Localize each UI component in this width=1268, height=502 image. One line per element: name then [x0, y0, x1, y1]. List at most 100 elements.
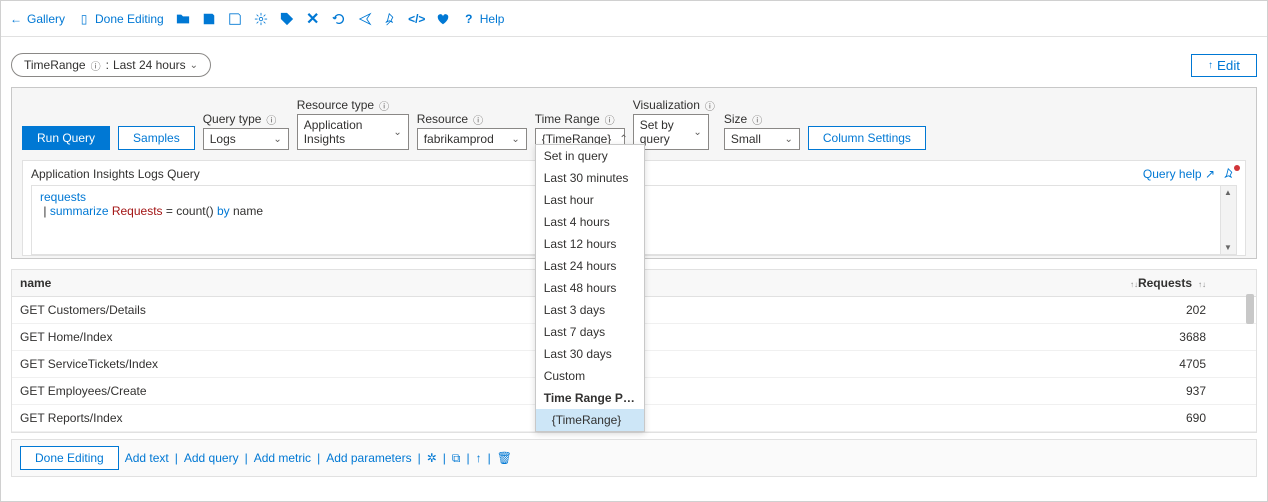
timerange-pill[interactable]: TimeRange ⓘ : Last 24 hours ⌄: [11, 53, 211, 77]
sort-indicator-icon: ↑↓: [1198, 280, 1206, 289]
cell-requests: 937: [664, 378, 1256, 405]
send-icon[interactable]: [358, 12, 372, 26]
tr-option[interactable]: Last 3 days: [536, 299, 644, 321]
tr-option[interactable]: Last hour: [536, 189, 644, 211]
chevron-down-icon: ⌄: [784, 134, 792, 145]
done-editing-link[interactable]: ▯ Done Editing: [77, 12, 164, 26]
copy-icon[interactable]: ⧉: [452, 451, 461, 466]
resource-value: fabrikamprod: [424, 132, 494, 146]
delete-icon[interactable]: 🗑: [497, 451, 512, 466]
info-icon: ⓘ: [265, 113, 277, 125]
edit-label: Edit: [1217, 58, 1240, 73]
add-query-link[interactable]: Add query: [184, 451, 239, 465]
query-title: Application Insights Logs Query: [31, 167, 200, 181]
tr-option[interactable]: Last 30 minutes: [536, 167, 644, 189]
editor-scrollbar[interactable]: [1220, 186, 1236, 254]
tr-option[interactable]: Custom: [536, 365, 644, 387]
tr-option-selected[interactable]: {TimeRange}: [536, 409, 644, 431]
cell-requests: 690: [664, 405, 1256, 432]
chevron-down-icon: ⌄: [511, 134, 519, 145]
tr-option[interactable]: Last 30 days: [536, 343, 644, 365]
add-metric-link[interactable]: Add metric: [254, 451, 311, 465]
gear-icon[interactable]: [254, 12, 268, 26]
tr-option[interactable]: Last 24 hours: [536, 255, 644, 277]
info-icon: ⓘ: [90, 59, 102, 71]
time-range-dropdown: Set in query Last 30 minutes Last hour L…: [535, 144, 645, 432]
pill-value: Last 24 hours: [113, 58, 186, 72]
tag-icon[interactable]: [280, 12, 294, 26]
resource-type-label: Resource type: [297, 98, 374, 112]
move-up-icon[interactable]: ↑: [476, 451, 482, 466]
external-link-icon: ↗: [1205, 167, 1215, 181]
query-type-select[interactable]: Logs ⌄: [203, 128, 289, 150]
tr-option[interactable]: Last 48 hours: [536, 277, 644, 299]
info-icon: ⓘ: [751, 113, 763, 125]
column-settings-button[interactable]: Column Settings: [808, 126, 926, 150]
help-label: Help: [480, 12, 505, 26]
resource-label: Resource: [417, 112, 468, 126]
tr-option[interactable]: Last 7 days: [536, 321, 644, 343]
resource-type-value: Application Insights: [304, 118, 386, 146]
visualization-value: Set by query: [640, 118, 686, 146]
done-editing-icon: ▯: [77, 12, 91, 26]
done-editing-button[interactable]: Done Editing: [20, 446, 119, 470]
size-label: Size: [724, 112, 747, 126]
resource-type-select[interactable]: Application Insights ⌄: [297, 114, 409, 150]
settings-small-icon[interactable]: ✲: [427, 451, 437, 466]
tr-section-header: Time Range Para…: [536, 387, 644, 409]
add-parameters-link[interactable]: Add parameters: [326, 451, 411, 465]
back-arrow-icon: ←: [9, 12, 23, 26]
cell-requests: 3688: [664, 324, 1256, 351]
top-toolbar: ← Gallery ▯ Done Editing ✕ </> ? Help: [1, 1, 1267, 37]
query-controls: Run Query Samples Query typeⓘ Logs⌄ Reso…: [22, 98, 1246, 150]
size-value: Small: [731, 132, 761, 146]
help-link[interactable]: ? Help: [462, 12, 505, 26]
add-text-link[interactable]: Add text: [125, 451, 169, 465]
run-query-button[interactable]: Run Query: [22, 126, 110, 150]
save-as-icon[interactable]: [228, 12, 242, 26]
cell-requests: 4705: [664, 351, 1256, 378]
done-editing-label: Done Editing: [95, 12, 164, 26]
edit-button[interactable]: ↑ Edit: [1191, 54, 1257, 77]
help-icon: ?: [462, 12, 476, 26]
chevron-up-icon: ⌃: [619, 134, 627, 145]
pin-icon[interactable]: [384, 12, 398, 26]
open-folder-icon[interactable]: [176, 12, 190, 26]
heart-icon[interactable]: [436, 12, 450, 26]
refresh-icon[interactable]: [332, 12, 346, 26]
pill-name: TimeRange: [24, 58, 86, 72]
info-icon: ⓘ: [604, 113, 616, 125]
save-icon[interactable]: [202, 12, 216, 26]
info-icon: ⓘ: [378, 99, 390, 111]
info-icon: ⓘ: [472, 113, 484, 125]
chevron-down-icon: ⌄: [190, 60, 198, 71]
pill-sep: :: [106, 58, 109, 72]
query-help-link[interactable]: Query help ↗: [1143, 167, 1215, 181]
info-icon: ⓘ: [704, 99, 716, 111]
time-range-label: Time Range: [535, 112, 600, 126]
resource-select[interactable]: fabrikamprod ⌄: [417, 128, 527, 150]
chevron-down-icon: ⌄: [693, 127, 701, 138]
query-panel: Run Query Samples Query typeⓘ Logs⌄ Reso…: [11, 87, 1257, 259]
sort-indicator-icon: ↑↓: [1130, 280, 1138, 289]
size-select[interactable]: Small ⌄: [724, 128, 800, 150]
tr-option[interactable]: Last 12 hours: [536, 233, 644, 255]
col-requests[interactable]: ↑↓Requests↑↓: [664, 270, 1256, 297]
close-icon[interactable]: ✕: [306, 12, 320, 26]
pin-badge-icon[interactable]: [1223, 167, 1237, 181]
query-type-value: Logs: [210, 132, 236, 146]
cell-requests: 202: [664, 297, 1256, 324]
edit-arrow-icon: ↑: [1208, 60, 1213, 71]
gallery-link[interactable]: ← Gallery: [9, 12, 65, 26]
tr-option[interactable]: Last 4 hours: [536, 211, 644, 233]
tr-option[interactable]: Set in query: [536, 145, 644, 167]
step-footer: Done Editing Add text| Add query| Add me…: [11, 439, 1257, 477]
chevron-down-icon: ⌄: [393, 127, 401, 138]
query-type-label: Query type: [203, 112, 262, 126]
gallery-label: Gallery: [27, 12, 65, 26]
visualization-label: Visualization: [633, 98, 700, 112]
chevron-down-icon: ⌄: [273, 134, 281, 145]
parameter-bar: TimeRange ⓘ : Last 24 hours ⌄ ↑ Edit: [1, 37, 1267, 83]
samples-button[interactable]: Samples: [118, 126, 195, 150]
code-icon[interactable]: </>: [410, 12, 424, 26]
